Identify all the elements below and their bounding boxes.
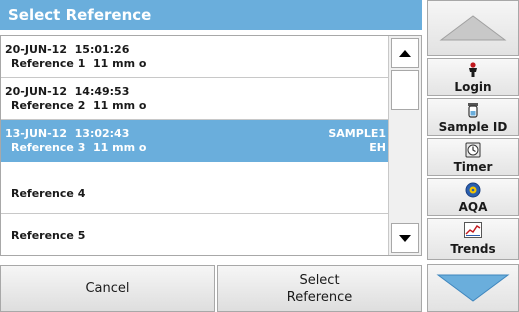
chevron-down-icon bbox=[436, 274, 510, 302]
list-item-operator: EH bbox=[369, 141, 386, 154]
list-item[interactable]: Reference 5 bbox=[1, 214, 388, 255]
list-item-date: 20-JUN-12 14:49:53 bbox=[5, 85, 130, 98]
cancel-button[interactable]: Cancel bbox=[0, 265, 215, 312]
arrow-up-icon bbox=[399, 49, 411, 57]
list-item-date: 13-JUN-12 13:02:43 bbox=[5, 127, 130, 140]
list-item-reference: Reference 3 11 mm o bbox=[11, 141, 147, 154]
list-item-date: 20-JUN-12 15:01:26 bbox=[5, 43, 130, 56]
list-item[interactable]: Reference 4 bbox=[1, 172, 388, 214]
cancel-button-label: Cancel bbox=[85, 281, 130, 296]
list-item[interactable]: 20-JUN-12 14:49:53 Reference 2 11 mm o bbox=[1, 78, 388, 120]
reference-list: 20-JUN-12 15:01:26 Reference 1 11 mm o 2… bbox=[1, 36, 388, 255]
timer-label: Timer bbox=[453, 160, 493, 174]
select-reference-button[interactable]: Select Reference bbox=[217, 265, 422, 312]
reference-list-frame: 20-JUN-12 15:01:26 Reference 1 11 mm o 2… bbox=[0, 35, 422, 256]
aqa-label: AQA bbox=[458, 200, 488, 214]
list-item-reference: Reference 1 11 mm o bbox=[11, 57, 147, 70]
list-item-reference: Reference 5 bbox=[11, 229, 86, 242]
login-button[interactable]: Login bbox=[427, 58, 519, 96]
page-up-button[interactable] bbox=[427, 0, 519, 56]
login-label: Login bbox=[454, 80, 492, 94]
aqa-button[interactable]: AQA bbox=[427, 178, 519, 216]
scroll-down-button[interactable] bbox=[391, 223, 419, 253]
list-item-sample-id: SAMPLE1 bbox=[328, 127, 386, 140]
chevron-up-icon bbox=[439, 15, 507, 41]
page-down-button[interactable] bbox=[427, 264, 519, 312]
list-item[interactable]: 20-JUN-12 15:01:26 Reference 1 11 mm o bbox=[1, 36, 388, 78]
list-item-selected[interactable]: 13-JUN-12 13:02:43 Reference 3 11 mm o S… bbox=[1, 120, 388, 162]
trends-button[interactable]: Trends bbox=[427, 218, 519, 260]
arrow-down-icon bbox=[399, 234, 411, 242]
sample-id-label: Sample ID bbox=[438, 120, 508, 134]
select-reference-button-label: Select Reference bbox=[286, 272, 353, 305]
timer-button[interactable]: Timer bbox=[427, 138, 519, 176]
timer-icon bbox=[428, 142, 518, 158]
aqa-icon bbox=[428, 182, 518, 198]
trends-label: Trends bbox=[450, 242, 496, 256]
list-item-reference: Reference 2 11 mm o bbox=[11, 99, 147, 112]
sample-vial-icon bbox=[428, 102, 518, 118]
list-scrollbar[interactable] bbox=[388, 36, 421, 255]
sample-id-button[interactable]: Sample ID bbox=[427, 98, 519, 136]
user-icon bbox=[428, 62, 518, 78]
scrollbar-thumb[interactable] bbox=[391, 70, 419, 110]
page-title: Select Reference bbox=[0, 0, 422, 30]
scroll-up-button[interactable] bbox=[391, 38, 419, 68]
trend-chart-icon bbox=[428, 222, 518, 238]
list-item-reference: Reference 4 bbox=[11, 187, 86, 200]
